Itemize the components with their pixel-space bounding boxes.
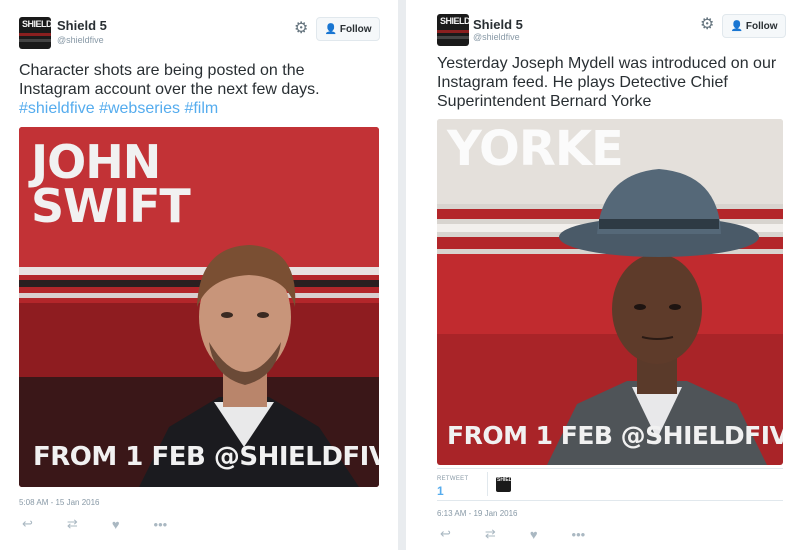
tweet-actions: ↩ ⇄ ♥ •••	[22, 516, 167, 532]
heart-icon[interactable]: ♥	[112, 517, 120, 532]
user-handle[interactable]: @shieldfive	[473, 32, 520, 42]
avatar-logo: SHIELD	[22, 19, 51, 29]
poster-title: JOHN SWIFT	[31, 139, 191, 233]
hashtag-link[interactable]: #shieldfive	[19, 100, 95, 117]
avatar-logo: SHIELD	[440, 16, 469, 26]
display-name[interactable]: Shield 5	[473, 17, 523, 32]
tweet-timestamp[interactable]: 5:08 AM - 15 Jan 2016	[19, 498, 100, 507]
tweet-photo[interactable]: JOHN SWIFT FROM 1 FEB @SHIELDFIVE	[19, 127, 379, 487]
retweeter-avatar[interactable]: SHIELD	[496, 477, 511, 492]
user-handle[interactable]: @shieldfive	[57, 35, 104, 45]
reply-icon[interactable]: ↩	[22, 516, 33, 532]
follow-button[interactable]: 👤 Follow	[722, 14, 786, 38]
poster-title-line: SWIFT	[31, 178, 191, 233]
gear-icon[interactable]: ⚙	[294, 21, 308, 37]
divider	[437, 468, 783, 469]
retweet-count[interactable]: 1	[437, 484, 444, 498]
tweet-photo[interactable]: YORKE FROM 1 FEB @SHIELDFIVE	[437, 119, 783, 465]
heart-icon[interactable]: ♥	[530, 527, 538, 542]
divider	[437, 500, 783, 501]
display-name[interactable]: Shield 5	[57, 18, 107, 33]
hashtag-link[interactable]: #webseries	[99, 100, 180, 117]
poster-footer: FROM 1 FEB @SHIELDFIVE	[33, 442, 379, 472]
tweet-actions: ↩ ⇄ ♥ •••	[440, 526, 585, 542]
follow-button[interactable]: 👤 Follow	[316, 17, 380, 41]
column-gap	[398, 0, 406, 550]
more-icon[interactable]: •••	[572, 527, 586, 542]
tweet-timestamp[interactable]: 6:13 AM - 19 Jan 2016	[437, 509, 518, 518]
retweet-icon[interactable]: ⇄	[485, 526, 496, 542]
divider	[487, 472, 488, 496]
hashtag-link[interactable]: #film	[184, 100, 218, 117]
tweet-card: SHIELD Shield 5 @shieldfive ⚙ 👤 Follow C…	[0, 0, 398, 550]
retweet-icon[interactable]: ⇄	[67, 516, 78, 532]
more-icon[interactable]: •••	[154, 517, 168, 532]
tweet-text: Yesterday Joseph Mydell was introduced o…	[437, 55, 777, 110]
gear-icon[interactable]: ⚙	[700, 17, 714, 33]
retweet-label: RETWEET	[437, 476, 469, 482]
follow-label: Follow	[745, 20, 778, 32]
reply-icon[interactable]: ↩	[440, 526, 451, 542]
poster-footer: FROM 1 FEB @SHIELDFIVE	[447, 421, 783, 450]
mini-avatar-logo: SHIELD	[497, 477, 511, 483]
avatar[interactable]: SHIELD	[437, 14, 469, 46]
poster-title: YORKE	[447, 121, 624, 177]
follow-label: Follow	[339, 23, 372, 35]
add-user-icon: 👤	[730, 20, 743, 32]
add-user-icon: 👤	[324, 23, 337, 35]
tweet-card: SHIELD Shield 5 @shieldfive ⚙ 👤 Follow Y…	[406, 0, 803, 550]
avatar[interactable]: SHIELD	[19, 17, 51, 49]
tweet-body: Character shots are being posted on the …	[19, 62, 320, 98]
tweet-text: Character shots are being posted on the …	[19, 61, 349, 118]
